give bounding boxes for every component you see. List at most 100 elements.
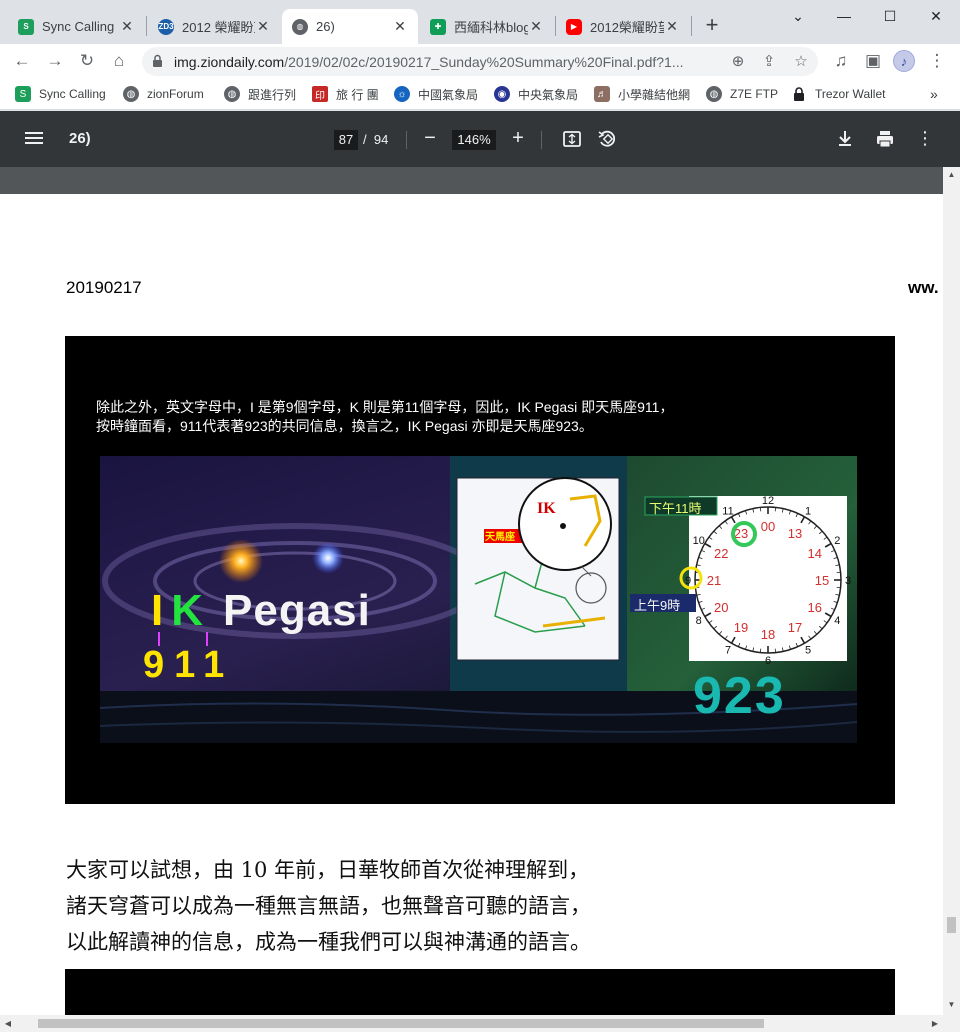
body-line: 大家可以試想，由 10 年前，日華牧師首次從神理解到，: [66, 858, 590, 882]
body-paragraph: 大家可以試想，由 10 年前，日華牧師首次從神理解到， 諸天穹蒼可以成為一種無言…: [66, 852, 591, 960]
tab-blog[interactable]: ✚ 西緬科林blog ✕: [420, 9, 554, 44]
bookmark-sync-calling[interactable]: S Sync Calling: [15, 85, 106, 103]
close-tab-icon[interactable]: ✕: [392, 18, 408, 35]
media-control-icon[interactable]: ♫: [828, 48, 854, 74]
close-window-button[interactable]: ✕: [916, 4, 956, 28]
zd3-favicon: ZD3: [158, 18, 174, 35]
clock-hour-label: 7: [725, 644, 731, 656]
clock-hour-label: 2: [834, 535, 840, 547]
bookmark-label: Z7E FTP: [730, 87, 779, 101]
side-panel-icon[interactable]: ▣: [860, 48, 886, 74]
scroll-left-arrow-icon[interactable]: ◀: [0, 1015, 16, 1032]
bookmark-star-icon[interactable]: ☆: [788, 49, 814, 75]
close-tab-icon[interactable]: ✕: [528, 18, 544, 35]
tab-strip: S Sync Calling ✕ ZD3 2012 榮耀盼望 ✕ ◍ 26) ✕…: [0, 0, 960, 44]
page-separator: /: [363, 132, 367, 147]
share-icon[interactable]: ⇪: [756, 49, 782, 75]
forward-arrow-icon[interactable]: →: [42, 48, 68, 74]
horizontal-scrollbar[interactable]: ◀ ▶: [0, 1015, 960, 1032]
horizontal-scroll-thumb[interactable]: [38, 1019, 764, 1028]
reload-icon[interactable]: ↻: [74, 48, 100, 74]
lock-icon: [794, 87, 804, 101]
tab-title: 西緬科林blog: [454, 20, 528, 35]
lock-icon[interactable]: [152, 54, 163, 68]
bookmarks-overflow-chevron-icon[interactable]: »: [930, 85, 938, 103]
url-text[interactable]: img.ziondaily.com/2019/02/02c/20190217_S…: [174, 54, 714, 70]
zoom-in-button[interactable]: +: [506, 127, 530, 151]
tab-divider: [691, 16, 692, 36]
url-host: img.ziondaily.com: [174, 54, 285, 70]
toolbar-divider: [406, 131, 407, 149]
tab-sync-calling[interactable]: S Sync Calling ✕: [8, 9, 145, 44]
plus-favicon: ✚: [430, 18, 446, 35]
weather-favicon: ☼: [394, 86, 410, 102]
profile-avatar[interactable]: ♪: [893, 50, 915, 72]
clock-24h-label: 18: [761, 627, 775, 642]
minimize-button[interactable]: —: [824, 4, 864, 28]
close-tab-icon[interactable]: ✕: [119, 18, 135, 35]
address-bar[interactable]: img.ziondaily.com/2019/02/02c/20190217_S…: [142, 47, 818, 76]
pdf-more-menu-icon[interactable]: ⋮: [913, 127, 937, 151]
scroll-down-arrow-icon[interactable]: ▼: [943, 997, 960, 1013]
bookmark-cwb[interactable]: ◉ 中央氣象局: [494, 85, 578, 103]
result-number-923: 923: [693, 667, 786, 725]
slide-image: 除此之外，英文字母中，I 是第9個字母，K 則是第11個字母，因此，IK Peg…: [65, 336, 895, 804]
scroll-right-arrow-icon[interactable]: ▶: [927, 1015, 943, 1032]
bookmark-zionforum[interactable]: ◍ zionForum: [123, 85, 204, 103]
download-icon[interactable]: [834, 128, 856, 150]
vertical-scrollbar[interactable]: ▲ ▼: [943, 167, 960, 1015]
bookmark-label: 跟進行列: [248, 87, 297, 102]
youtube-favicon: ▶: [566, 18, 582, 35]
zoom-out-button[interactable]: −: [418, 127, 442, 151]
bookmarks-bar: S Sync Calling ◍ zionForum ◍ 跟進行列 印 旅 行 …: [0, 78, 960, 110]
page-number-input[interactable]: 87: [334, 130, 358, 150]
vertical-scroll-thumb[interactable]: [947, 917, 956, 933]
scroll-up-arrow-icon[interactable]: ▲: [943, 167, 960, 183]
more-menu-icon[interactable]: ⋮: [924, 48, 950, 74]
body-line: 以此解讀神的信息，成為一種我們可以與神溝通的語言。: [66, 930, 591, 954]
tab-2012-glory-youtube[interactable]: ▶ 2012榮耀盼望 ✕: [556, 9, 690, 44]
big-number-911: 911: [143, 644, 235, 686]
bookmark-z7e-ftp[interactable]: ◍ Z7E FTP: [706, 85, 778, 103]
clock-hour-label: 10: [693, 535, 705, 547]
new-tab-button[interactable]: +: [700, 14, 724, 38]
print-icon[interactable]: [874, 128, 896, 150]
hamburger-menu-icon[interactable]: [24, 129, 44, 149]
maximize-button[interactable]: ☐: [870, 4, 910, 28]
clock-24h-label: 20: [714, 600, 728, 615]
tab-search-chevron-down-icon[interactable]: ⌄: [778, 4, 818, 28]
slide-graphic: 12123456789101100 1314151617181920212223: [99, 456, 858, 743]
globe-icon: ◍: [123, 86, 139, 102]
zoom-level-input[interactable]: 146%: [452, 130, 496, 150]
bookmark-cma[interactable]: ☼ 中國氣象局: [394, 85, 478, 103]
clock-24h-label: 13: [788, 526, 802, 541]
guitar-favicon: ♬: [594, 86, 610, 102]
fit-to-page-icon[interactable]: [561, 128, 583, 150]
rotate-icon[interactable]: [596, 128, 618, 150]
clock-hour-label: 1: [805, 506, 811, 518]
pdf-toolbar: 26) 87 / 94 − 146% + ⋮: [0, 111, 960, 167]
tab-active-pdf[interactable]: ◍ 26) ✕: [282, 9, 418, 44]
bookmark-tour[interactable]: 印 旅 行 團: [312, 85, 379, 103]
clock-24h-label: 00: [761, 519, 775, 534]
home-icon[interactable]: ⌂: [106, 48, 132, 74]
bookmark-trezor[interactable]: Trezor Wallet: [791, 85, 885, 103]
back-arrow-icon[interactable]: ←: [9, 48, 35, 74]
zoom-icon[interactable]: ⊕: [725, 49, 751, 75]
clock-hour-label: 12: [762, 495, 774, 507]
clock-hour-label: 11: [722, 506, 733, 518]
clock-24h-label: 22: [714, 546, 728, 561]
letter-i: I: [151, 586, 172, 635]
sync-calling-favicon: S: [18, 18, 34, 35]
bookmark-guitar[interactable]: ♬ 小學雜結他網: [594, 85, 690, 103]
close-tab-icon[interactable]: ✕: [255, 18, 271, 35]
close-tab-icon[interactable]: ✕: [664, 18, 680, 35]
body-line: 諸天穹蒼可以成為一種無言無語，也無聲音可聽的語言，: [66, 894, 591, 918]
bookmark-label: zionForum: [147, 87, 204, 101]
clock-hour-label: 3: [845, 575, 851, 587]
tab-2012-glory-1[interactable]: ZD3 2012 榮耀盼望 ✕: [148, 9, 281, 44]
globe-icon: ◍: [224, 86, 240, 102]
bookmark-follow-up[interactable]: ◍ 跟進行列: [224, 85, 296, 103]
url-path: /2019/02/02c/20190217_Sunday%20Summary%2…: [284, 54, 684, 70]
cwb-favicon: ◉: [494, 86, 510, 102]
